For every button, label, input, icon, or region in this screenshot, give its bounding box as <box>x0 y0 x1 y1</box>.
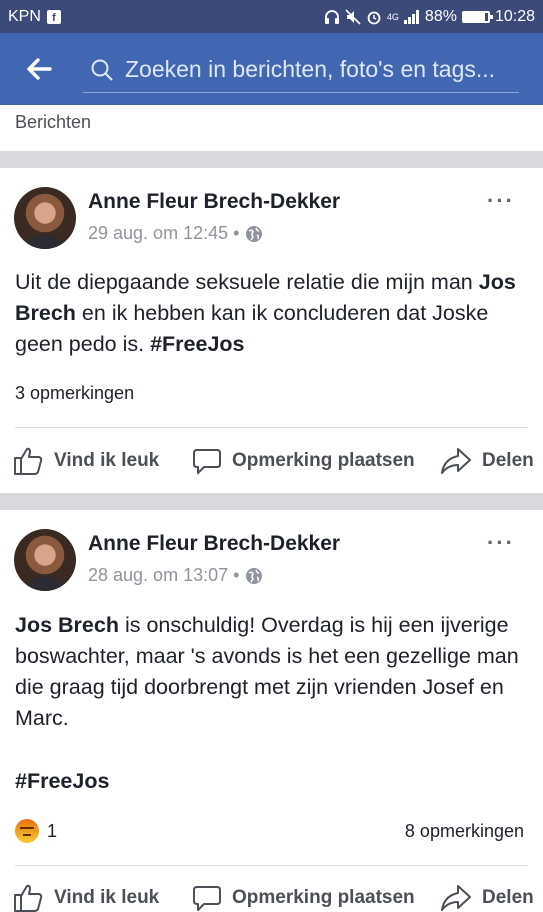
like-button[interactable]: Vind ik leuk <box>12 882 159 912</box>
hashtag-link[interactable]: #FreeJos <box>15 769 109 793</box>
comment-label: Opmerking plaatsen <box>232 450 415 471</box>
section-header: Berichten <box>0 105 543 151</box>
battery-icon <box>461 10 493 23</box>
section-title: Berichten <box>15 112 92 132</box>
more-dots-icon: ··· <box>487 188 515 213</box>
headset-icon <box>324 9 340 25</box>
post-date: 28 aug. om 13:07 • <box>88 565 240 585</box>
post-card: Anne Fleur Brech-Dekker 29 aug. om 12:45… <box>0 168 543 493</box>
carrier-label: KPN <box>8 7 41 25</box>
share-button[interactable]: Delen <box>440 446 534 476</box>
top-nav-bar: Zoeken in berichten, foto's en tags... <box>0 33 543 105</box>
more-options-button[interactable]: ··· <box>487 530 515 556</box>
speech-bubble-icon <box>193 449 221 474</box>
like-label: Vind ik leuk <box>54 887 160 908</box>
comments-count[interactable]: 8 opmerkingen <box>405 821 524 842</box>
share-arrow-icon <box>441 885 471 911</box>
back-button[interactable] <box>0 33 78 105</box>
thumbs-up-icon <box>14 884 43 912</box>
share-label: Delen <box>482 887 534 908</box>
globe-icon <box>246 225 263 242</box>
search-input[interactable]: Zoeken in berichten, foto's en tags... <box>125 56 517 83</box>
comment-button[interactable]: Opmerking plaatsen <box>192 883 415 912</box>
post-text-segment: Uit de diepgaande seksuele relatie die m… <box>15 270 479 294</box>
battery-percent: 88% <box>424 7 457 25</box>
post-meta[interactable]: 28 aug. om 13:07 • <box>88 565 263 586</box>
like-button[interactable]: Vind ik leuk <box>12 445 159 477</box>
avatar[interactable] <box>14 187 76 249</box>
share-arrow-icon <box>441 448 471 474</box>
comment-button[interactable]: Opmerking plaatsen <box>192 446 415 476</box>
angry-reaction-icon <box>15 819 39 843</box>
hashtag-link[interactable]: #FreeJos <box>150 332 244 356</box>
divider <box>0 493 543 510</box>
more-dots-icon: ··· <box>487 530 515 555</box>
post-author[interactable]: Anne Fleur Brech-Dekker <box>88 190 340 214</box>
reaction-count: 1 <box>47 820 58 841</box>
comments-count[interactable]: 3 opmerkingen <box>15 383 134 404</box>
post-body: Jos Brech is onschuldig! Overdag is hij … <box>15 610 530 734</box>
signal-icon <box>403 9 420 24</box>
alarm-icon <box>366 9 382 25</box>
share-button[interactable]: Delen <box>440 883 534 912</box>
battery-fill <box>463 12 486 21</box>
like-label: Vind ik leuk <box>54 450 160 471</box>
network-type-label: 4G <box>386 11 399 22</box>
post-body: Uit de diepgaande seksuele relatie die m… <box>15 267 530 360</box>
divider <box>15 427 528 428</box>
clock: 10:28 <box>494 7 535 25</box>
post-meta[interactable]: 29 aug. om 12:45 • <box>88 223 263 244</box>
post-card: Anne Fleur Brech-Dekker 28 aug. om 13:07… <box>0 510 543 912</box>
facebook-notification-icon: f <box>46 9 61 24</box>
avatar[interactable] <box>14 529 76 591</box>
search-icon <box>87 58 117 82</box>
comment-label: Opmerking plaatsen <box>232 887 415 908</box>
post-actions: Vind ik leuk Opmerking plaatsen Delen <box>0 439 543 483</box>
tagged-user-link[interactable]: Jos Brech <box>15 613 119 637</box>
more-options-button[interactable]: ··· <box>487 188 515 214</box>
divider <box>0 151 543 168</box>
speech-bubble-icon <box>193 886 221 911</box>
divider <box>15 865 528 866</box>
post-hashtag-line: #FreeJos <box>15 766 530 797</box>
post-actions: Vind ik leuk Opmerking plaatsen Delen <box>0 876 543 912</box>
arrow-left-icon <box>27 58 52 80</box>
search-field[interactable]: Zoeken in berichten, foto's en tags... <box>83 47 519 93</box>
share-label: Delen <box>482 450 534 471</box>
post-date: 29 aug. om 12:45 • <box>88 223 240 243</box>
mute-icon <box>345 8 361 25</box>
status-bar: KPN f 4G 88% 10:28 <box>0 0 543 33</box>
thumbs-up-icon <box>14 447 43 475</box>
reactions-summary[interactable]: 1 <box>15 819 57 843</box>
post-text-segment: en ik hebben kan ik concluderen dat Josk… <box>15 301 489 356</box>
globe-icon <box>246 567 263 584</box>
post-author[interactable]: Anne Fleur Brech-Dekker <box>88 532 340 556</box>
